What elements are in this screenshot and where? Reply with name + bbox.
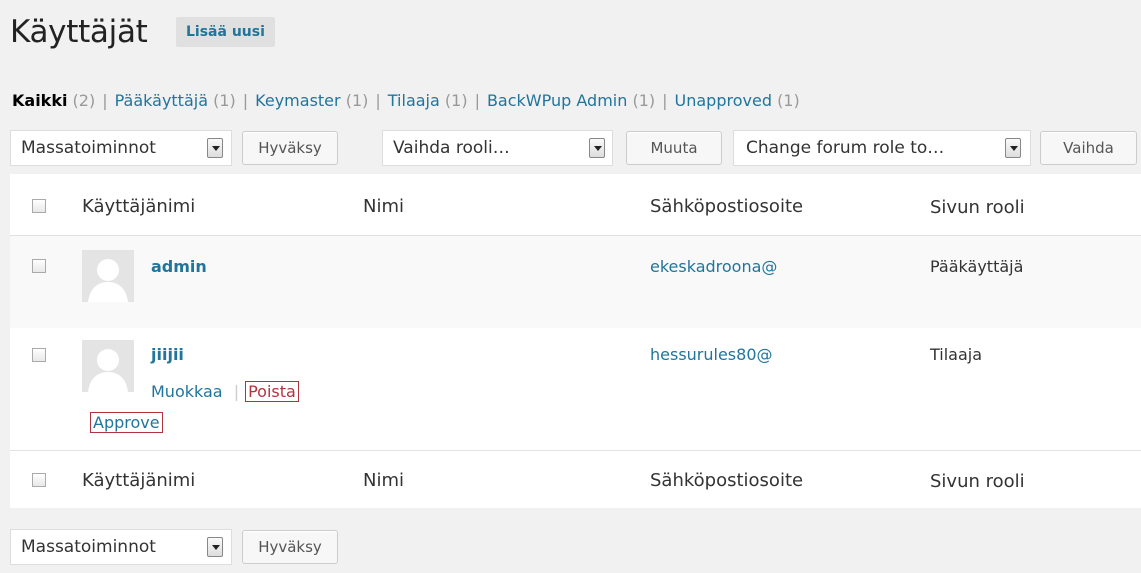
user-role-filters: Kaikki (2) | Pääkäyttäjä (1) | Keymaster (1)… — [12, 91, 800, 110]
chevron-down-icon — [1005, 138, 1021, 158]
filter-separator: | — [242, 91, 249, 110]
filter-separator: | — [102, 91, 108, 110]
row-checkbox[interactable] — [32, 259, 46, 273]
username-link[interactable]: jiijii — [151, 345, 184, 364]
change-role-select[interactable]: Vaihda rooli… — [382, 130, 613, 166]
filter-backwpup-admin[interactable]: BackWPup Admin (1) — [487, 91, 655, 110]
column-footer-name[interactable]: Nimi — [363, 470, 404, 491]
bulk-actions-value: Massatoiminnot — [21, 138, 156, 158]
change-forum-role-button[interactable]: Vaihda — [1040, 131, 1137, 165]
column-header-name[interactable]: Nimi — [363, 196, 404, 217]
username-link[interactable]: admin — [151, 257, 207, 276]
filter-separator: | — [375, 91, 381, 110]
approve-user-link[interactable]: Approve — [90, 412, 163, 433]
edit-user-link[interactable]: Muokkaa — [151, 382, 223, 401]
select-all-checkbox[interactable] — [32, 199, 46, 213]
change-role-button[interactable]: Muuta — [626, 131, 722, 165]
user-role: Pääkäyttäjä — [930, 257, 1024, 276]
apply-bulk-button-bottom[interactable]: Hyväksy — [242, 530, 338, 564]
action-separator: | — [233, 382, 240, 401]
row-checkbox[interactable] — [32, 348, 46, 362]
row-actions: Muokkaa | Poista — [151, 381, 299, 402]
filter-separator: | — [662, 91, 668, 110]
bulk-actions-select-bottom[interactable]: Massatoiminnot — [10, 529, 232, 565]
bulk-actions-value: Massatoiminnot — [21, 537, 156, 557]
filter-keymaster[interactable]: Keymaster (1) — [255, 91, 368, 110]
email-link[interactable]: ekeskadroona@ — [650, 257, 777, 276]
table-row — [10, 236, 1141, 328]
forum-role-value: Change forum role to… — [746, 138, 945, 158]
approve-action: Approve — [90, 412, 163, 433]
select-all-checkbox-bottom[interactable] — [32, 473, 46, 487]
filter-all[interactable]: Kaikki (2) — [12, 91, 95, 110]
column-header-role: Sivun rooli — [930, 197, 1025, 218]
column-footer-username[interactable]: Käyttäjänimi — [82, 470, 195, 491]
avatar — [82, 340, 134, 392]
filter-subscriber[interactable]: Tilaaja (1) — [388, 91, 468, 110]
avatar — [82, 250, 134, 302]
column-footer-role: Sivun rooli — [930, 471, 1025, 492]
email-link[interactable]: hessurules80@ — [650, 345, 773, 364]
page-title: Käyttäjät — [10, 14, 148, 50]
column-footer-email[interactable]: Sähköpostiosoite — [650, 470, 803, 491]
chevron-down-icon — [207, 138, 223, 158]
apply-bulk-button[interactable]: Hyväksy — [242, 131, 338, 165]
chevron-down-icon — [207, 537, 223, 557]
chevron-down-icon — [589, 138, 605, 158]
filter-unapproved[interactable]: Unapproved (1) — [675, 91, 800, 110]
forum-role-select[interactable]: Change forum role to… — [733, 130, 1031, 166]
delete-user-link[interactable]: Poista — [245, 381, 299, 402]
filter-administrator[interactable]: Pääkäyttäjä (1) — [115, 91, 236, 110]
column-header-email[interactable]: Sähköpostiosoite — [650, 196, 803, 217]
filter-separator: | — [474, 91, 480, 110]
change-role-value: Vaihda rooli… — [393, 138, 510, 158]
column-header-username[interactable]: Käyttäjänimi — [82, 196, 195, 217]
bulk-actions-select[interactable]: Massatoiminnot — [10, 130, 232, 166]
user-role: Tilaaja — [930, 345, 983, 364]
add-new-button[interactable]: Lisää uusi — [176, 17, 275, 47]
